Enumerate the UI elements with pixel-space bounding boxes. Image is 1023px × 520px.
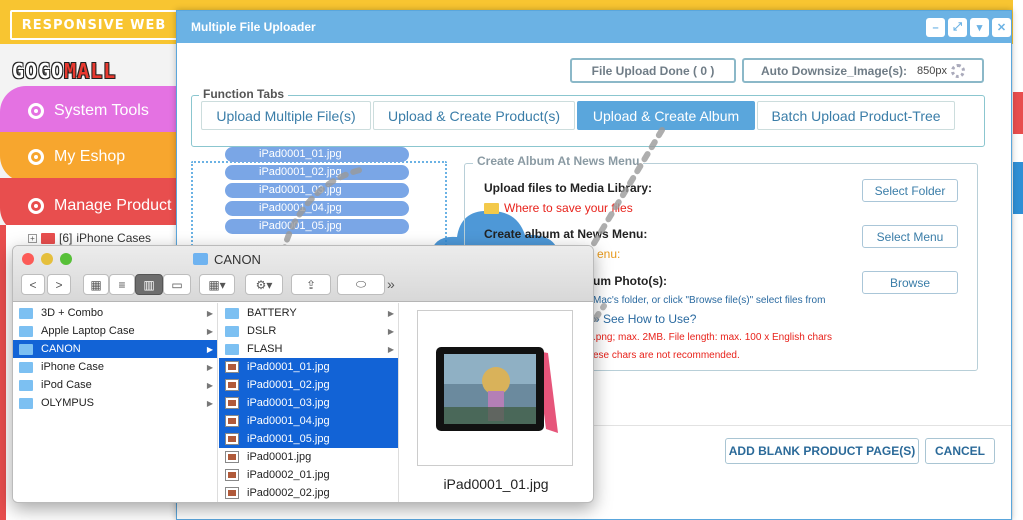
folder-icon (225, 343, 239, 355)
image-file-icon (225, 451, 239, 463)
finder-window: CANON < > ▦ ≡ ▥ ▭ ▦▾ ⚙▾ ⇪ ⬭ » 3D + Combo… (12, 245, 594, 503)
file-label: iPad0001_03.jpg (247, 397, 330, 409)
folder-icon (19, 361, 33, 373)
disclosure-icon: ▶ (387, 308, 394, 318)
file-row[interactable]: iPad0001_05.jpg (219, 430, 398, 448)
image-file-icon (225, 397, 239, 409)
folder-label: DSLR (247, 325, 277, 337)
folder-label: BATTERY (247, 307, 297, 319)
image-file-icon (225, 469, 239, 481)
file-row[interactable]: iPad0002_02.jpg (219, 484, 398, 502)
icon-view-button[interactable]: ▦ (83, 274, 109, 295)
zoom-window-button[interactable] (60, 253, 72, 265)
folder-label: iPod Case (41, 379, 92, 391)
file-label: iPad0001_02.jpg (247, 379, 330, 391)
finder-title-text: CANON (214, 251, 261, 267)
file-row[interactable]: iPad0002_01.jpg (219, 466, 398, 484)
minimize-window-button[interactable] (41, 253, 53, 265)
disclosure-icon: ▶ (387, 344, 394, 354)
cover-flow-button[interactable]: ▭ (163, 274, 191, 295)
image-file-icon (225, 415, 239, 427)
disclosure-icon: ▶ (206, 380, 213, 390)
image-file-icon (225, 379, 239, 391)
folder-row[interactable]: BATTERY ▶ (219, 304, 398, 322)
back-button[interactable]: < (21, 274, 45, 295)
share-button[interactable]: ⇪ (291, 274, 331, 295)
tags-button[interactable]: ⬭ (337, 274, 385, 295)
disclosure-icon: ▶ (206, 362, 213, 372)
file-preview (417, 310, 573, 466)
folder-row[interactable]: CANON ▶ (13, 340, 217, 358)
folder-row[interactable]: 3D + Combo ▶ (13, 304, 217, 322)
image-file-icon (225, 433, 239, 445)
column-view-button[interactable]: ▥ (135, 274, 163, 295)
folder-row[interactable]: DSLR ▶ (219, 322, 398, 340)
folder-row[interactable]: iPhone Case ▶ (13, 358, 217, 376)
folder-icon (193, 253, 208, 265)
file-row[interactable]: iPad0001_03.jpg (219, 394, 398, 412)
disclosure-icon: ▶ (387, 326, 394, 336)
folder-label: OLYMPUS (41, 397, 94, 409)
folder-row[interactable]: OLYMPUS ▶ (13, 394, 217, 412)
file-row[interactable]: iPad0001_02.jpg (219, 376, 398, 394)
folder-icon (225, 307, 239, 319)
forward-button[interactable]: > (47, 274, 71, 295)
folder-icon (19, 397, 33, 409)
folder-label: 3D + Combo (41, 307, 104, 319)
folder-icon (19, 325, 33, 337)
file-label: iPad0002_01.jpg (247, 469, 330, 481)
arrange-button[interactable]: ▦▾ (199, 274, 235, 295)
action-gear-button[interactable]: ⚙▾ (245, 274, 283, 295)
image-file-icon (225, 361, 239, 373)
image-file-icon (225, 487, 239, 499)
folder-icon (225, 325, 239, 337)
close-window-button[interactable] (22, 253, 34, 265)
folder-row[interactable]: FLASH ▶ (219, 340, 398, 358)
folder-label: CANON (41, 343, 81, 355)
folder-row[interactable]: Apple Laptop Case ▶ (13, 322, 217, 340)
folder-label: iPhone Case (41, 361, 104, 373)
file-label: iPad0001_05.jpg (247, 433, 330, 445)
disclosure-icon: ▶ (206, 344, 213, 354)
list-view-button[interactable]: ≡ (109, 274, 135, 295)
file-row[interactable]: iPad0001.jpg (219, 448, 398, 466)
file-label: iPad0001_04.jpg (247, 415, 330, 427)
file-label: iPad0001_01.jpg (247, 361, 330, 373)
folder-label: Apple Laptop Case (41, 325, 135, 337)
file-row[interactable]: iPad0001_04.jpg (219, 412, 398, 430)
file-label: iPad0002_02.jpg (247, 487, 330, 499)
file-label: iPad0001.jpg (247, 451, 312, 463)
disclosure-icon: ▶ (206, 398, 213, 408)
more-toolbar-button[interactable]: » (387, 276, 395, 292)
folder-icon (19, 379, 33, 391)
finder-title: CANON (193, 251, 313, 267)
disclosure-icon: ▶ (206, 308, 213, 318)
disclosure-icon: ▶ (206, 326, 213, 336)
finder-column-2: BATTERY ▶ DSLR ▶ FLASH ▶ iPad0001_01.jpg iP… (219, 303, 399, 502)
folder-row[interactable]: iPod Case ▶ (13, 376, 217, 394)
folder-label: FLASH (247, 343, 283, 355)
finder-column-1: 3D + Combo ▶ Apple Laptop Case ▶ CANON ▶ iP… (13, 303, 218, 502)
file-row[interactable]: iPad0001_01.jpg (219, 358, 398, 376)
preview-filename: iPad0001_01.jpg (443, 476, 549, 492)
folder-icon (19, 307, 33, 319)
folder-icon (19, 343, 33, 355)
ipad-preview-image (436, 347, 558, 433)
